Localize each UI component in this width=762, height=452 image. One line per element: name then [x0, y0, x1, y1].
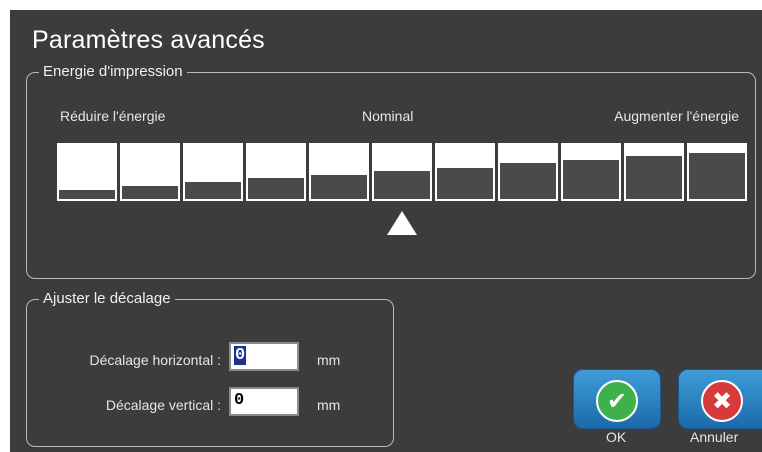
- energy-level-3[interactable]: [183, 143, 243, 201]
- energy-level-fill: [185, 182, 241, 199]
- energy-level-2[interactable]: [120, 143, 180, 201]
- horizontal-offset-label: Décalage horizontal :: [89, 352, 221, 368]
- energy-level-11[interactable]: [687, 143, 747, 201]
- increase-energy-label: Augmenter l'énergie: [614, 108, 739, 124]
- reduce-energy-label: Réduire l'énergie: [60, 108, 166, 124]
- horizontal-offset-input[interactable]: 0: [229, 342, 299, 371]
- vertical-offset-value: 0: [234, 391, 245, 410]
- energy-level-6[interactable]: [372, 143, 432, 201]
- selected-level-marker-icon: [387, 211, 417, 235]
- check-icon: ✔: [596, 380, 638, 422]
- energy-level-fill: [311, 175, 367, 199]
- energy-level-7[interactable]: [435, 143, 495, 201]
- offset-legend: Ajuster le décalage: [39, 290, 175, 308]
- print-energy-legend: Energie d'impression: [39, 63, 187, 81]
- print-energy-group: Energie d'impression Réduire l'énergie N…: [26, 63, 756, 279]
- ok-button-label: OK: [606, 429, 627, 445]
- energy-level-fill: [248, 178, 304, 199]
- horizontal-offset-value: 0: [234, 346, 247, 365]
- vertical-offset-label: Décalage vertical :: [105, 397, 221, 413]
- close-icon: ✖: [701, 380, 743, 422]
- nominal-label: Nominal: [362, 108, 414, 124]
- energy-level-fill: [437, 167, 493, 199]
- energy-level-fill: [563, 159, 619, 199]
- energy-level-fill: [374, 171, 430, 199]
- offset-group: Ajuster le décalage Décalage horizontal …: [26, 290, 394, 447]
- energy-level-8[interactable]: [498, 143, 558, 201]
- energy-level-fill: [122, 186, 178, 199]
- advanced-settings-dialog: Paramètres avancés Energie d'impression …: [10, 10, 762, 452]
- energy-level-fill: [500, 163, 556, 199]
- vertical-offset-unit: mm: [317, 397, 341, 413]
- energy-level-1[interactable]: [57, 143, 117, 201]
- cancel-button[interactable]: ✖: [678, 369, 762, 429]
- horizontal-offset-unit: mm: [317, 352, 341, 368]
- energy-level-9[interactable]: [561, 143, 621, 201]
- cancel-button-label: Annuler: [690, 429, 739, 445]
- ok-button[interactable]: ✔: [573, 369, 661, 429]
- vertical-offset-input[interactable]: 0: [229, 387, 299, 416]
- energy-level-selector: [57, 143, 747, 201]
- dialog-title: Paramètres avancés: [32, 26, 265, 54]
- energy-level-fill: [689, 152, 745, 199]
- energy-level-10[interactable]: [624, 143, 684, 201]
- energy-level-5[interactable]: [309, 143, 369, 201]
- energy-level-fill: [626, 155, 682, 199]
- energy-level-4[interactable]: [246, 143, 306, 201]
- energy-level-fill: [59, 190, 115, 199]
